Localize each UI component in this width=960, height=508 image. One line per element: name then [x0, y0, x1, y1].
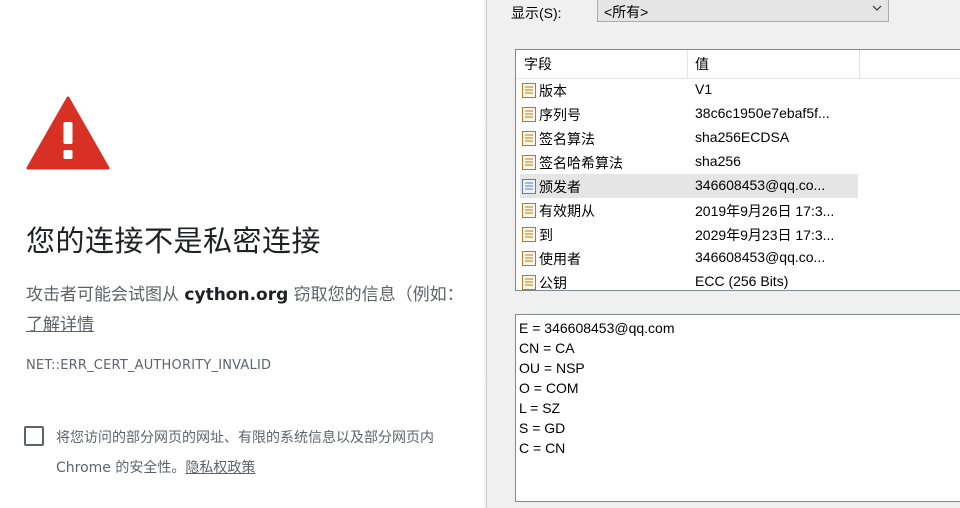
field-rows: 版本 V1 序列号 38c6c1950e7ebaf5f... 签名算法 sha256ECD… — [516, 78, 960, 291]
privacy-error-page: 您的连接不是私密连接 攻击者可能会试图从 cython.org 窃取您的信息（例… — [0, 0, 486, 508]
field-value: 346608453@qq.co... — [695, 249, 826, 265]
field-row[interactable]: 使用者 346608453@qq.co... — [516, 246, 960, 270]
field-name: 签名算法 — [539, 131, 595, 147]
field-row[interactable]: 到 2029年9月23日 17:3... — [516, 222, 960, 246]
privacy-policy-link[interactable]: 隐私权政策 — [185, 460, 255, 476]
warning-triangle-icon — [26, 96, 110, 170]
field-value: sha256 — [695, 153, 741, 169]
detail-line: L = SZ — [519, 400, 561, 416]
optin-text-line2: Chrome 的安全性。隐私权政策 — [56, 457, 255, 477]
field-value: 2029年9月23日 17:3... — [695, 227, 835, 243]
field-row[interactable]: 公钥 ECC (256 Bits) — [516, 270, 960, 291]
field-row[interactable]: 序列号 38c6c1950e7ebaf5f... — [516, 102, 960, 126]
field-name: 公钥 — [539, 275, 567, 291]
detail-line: S = GD — [519, 420, 566, 436]
certificate-details-dialog: 显示(S): <所有> 字段 值 版本 V1 序列号 38c6c1950e7ebaf5… — [486, 0, 960, 508]
show-label: 显示(S): — [511, 5, 562, 21]
description-prefix: 攻击者可能会试图从 — [26, 285, 185, 305]
page-title: 您的连接不是私密连接 — [26, 224, 322, 258]
safe-browsing-optin-checkbox[interactable] — [24, 426, 44, 446]
field-row[interactable]: 签名算法 sha256ECDSA — [516, 126, 960, 150]
field-name: 序列号 — [539, 107, 581, 123]
certificate-field-icon-selected — [522, 179, 536, 194]
column-header-value[interactable]: 值 — [688, 50, 860, 78]
chevron-down-icon — [872, 5, 882, 11]
certificate-field-icon — [522, 131, 536, 146]
certificate-field-icon — [522, 83, 536, 98]
field-value: sha256ECDSA — [695, 129, 790, 145]
field-value: V1 — [695, 81, 713, 97]
field-value: 346608453@qq.co... — [695, 177, 826, 193]
certificate-field-list[interactable]: 字段 值 版本 V1 序列号 38c6c1950e7ebaf5f... 签名算法 sha2… — [515, 49, 960, 291]
error-code: NET::ERR_CERT_AUTHORITY_INVALID — [26, 358, 272, 373]
detail-line: E = 346608453@qq.com — [519, 320, 675, 336]
certificate-field-icon — [522, 107, 536, 122]
field-row[interactable]: 有效期从 2019年9月26日 17:3... — [516, 198, 960, 222]
field-name: 有效期从 — [539, 203, 595, 219]
list-header: 字段 值 — [516, 50, 960, 79]
certificate-field-icon — [522, 227, 536, 242]
field-row[interactable]: 版本 V1 — [516, 78, 960, 102]
field-name: 版本 — [539, 83, 567, 99]
field-name: 颁发者 — [539, 179, 581, 195]
certificate-field-icon — [522, 203, 536, 218]
show-filter-value: <所有> — [604, 4, 649, 20]
certificate-field-icon — [522, 275, 536, 290]
certificate-field-icon — [522, 251, 536, 266]
description-suffix: 窃取您的信息（例如： — [288, 285, 464, 305]
field-name: 使用者 — [539, 251, 581, 267]
field-row[interactable]: 签名哈希算法 sha256 — [516, 150, 960, 174]
field-detail-box[interactable]: E = 346608453@qq.com CN = CA OU = NSP O = C… — [515, 314, 960, 502]
field-value: 2019年9月26日 17:3... — [695, 203, 835, 219]
column-header-field[interactable]: 字段 — [516, 50, 688, 78]
detail-line: CN = CA — [519, 340, 575, 356]
optin-text-prefix: Chrome 的安全性。 — [56, 460, 186, 476]
detail-line: C = CN — [519, 440, 566, 456]
detail-line: OU = NSP — [519, 360, 585, 376]
field-value: ECC (256 Bits) — [695, 273, 789, 289]
detail-lines: E = 346608453@qq.com CN = CA OU = NSP O = C… — [519, 318, 960, 458]
field-name: 签名哈希算法 — [539, 155, 623, 171]
certificate-field-icon — [522, 155, 536, 170]
error-description: 攻击者可能会试图从 cython.org 窃取您的信息（例如： — [26, 280, 464, 305]
field-name: 到 — [539, 227, 553, 243]
field-value: 38c6c1950e7ebaf5f... — [695, 105, 830, 121]
domain-name: cython.org — [184, 285, 289, 305]
field-row[interactable]: 颁发者 346608453@qq.co... — [516, 174, 960, 198]
optin-text-line1: 将您访问的部分网页的网址、有限的系统信息以及部分网页内 — [56, 430, 434, 446]
show-filter-select[interactable]: <所有> — [597, 0, 889, 22]
learn-more-link[interactable]: 了解详情 — [26, 310, 94, 335]
detail-line: O = COM — [519, 380, 579, 396]
